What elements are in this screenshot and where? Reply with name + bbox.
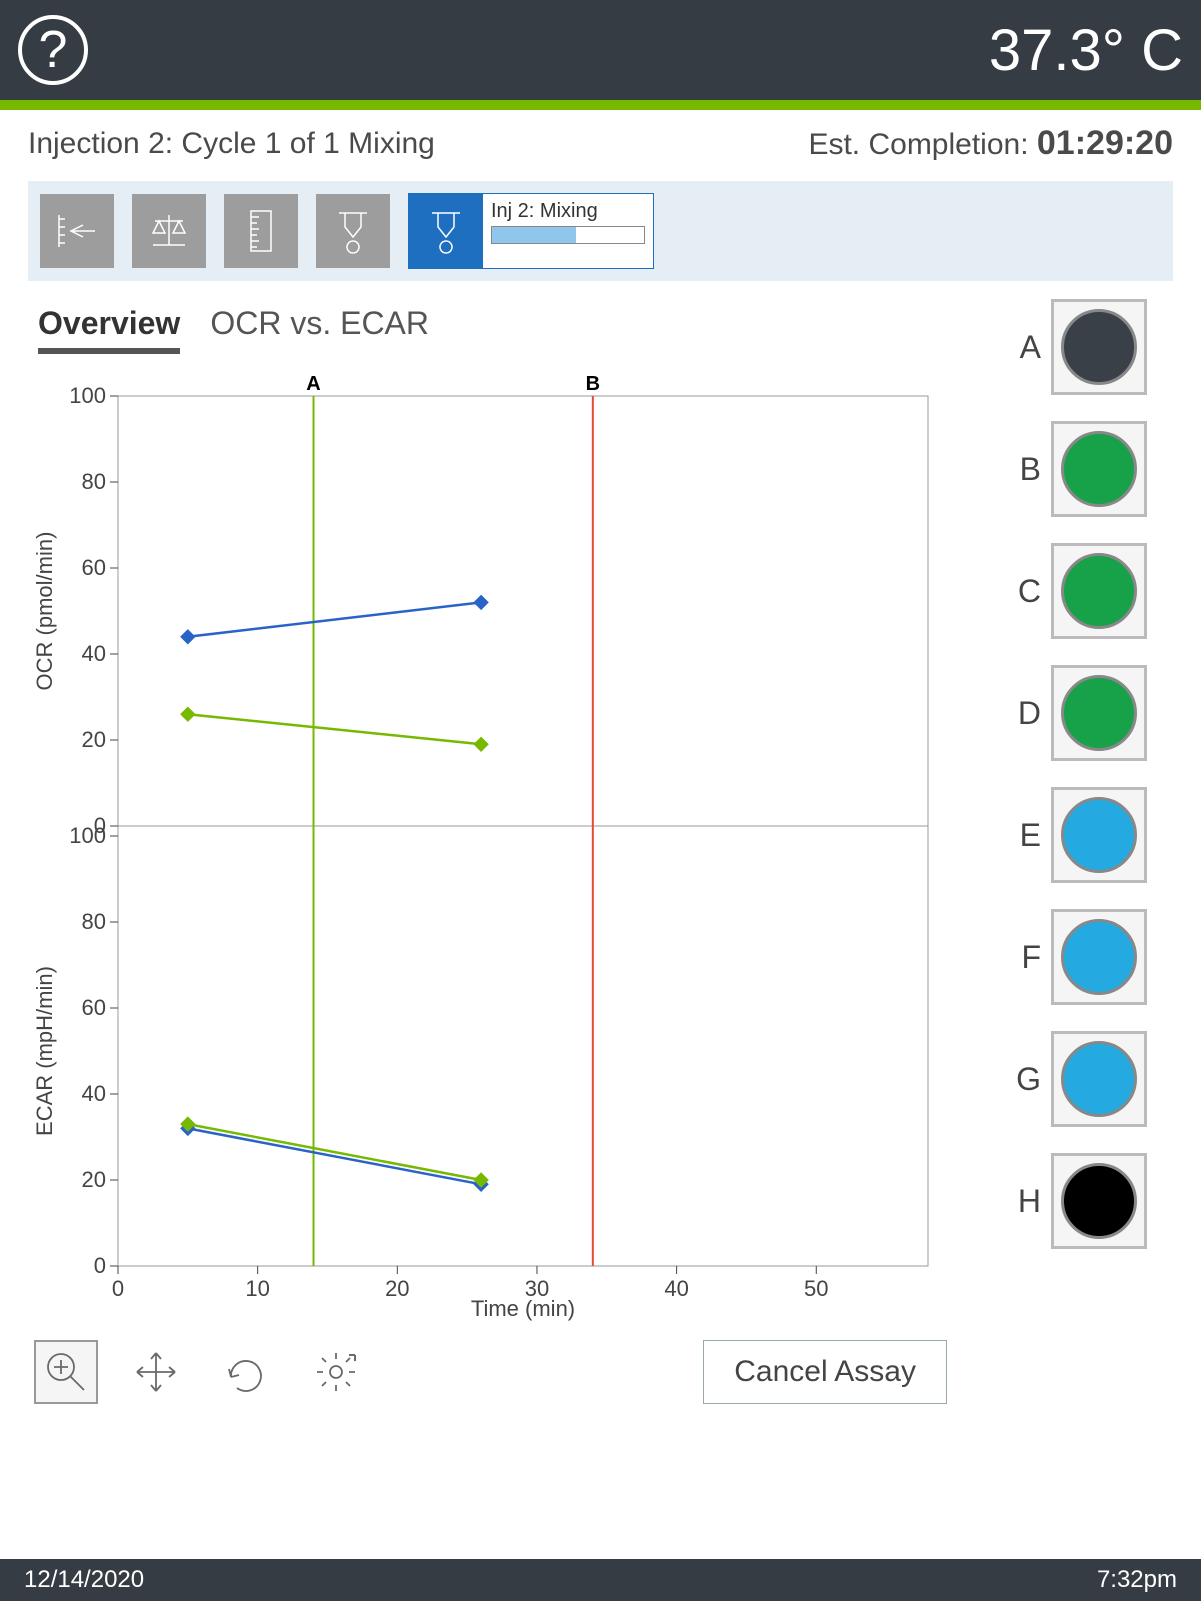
svg-text:OCR (pmol/min): OCR (pmol/min) [32, 532, 57, 691]
legend-item-g[interactable]: G [1013, 1031, 1173, 1127]
scales-icon [145, 207, 193, 255]
legend-swatch [1051, 1153, 1147, 1249]
top-bar: ? 37.3° C [0, 0, 1201, 100]
legend-item-f[interactable]: F [1013, 909, 1173, 1005]
ruler-icon [237, 207, 285, 255]
pan-tool[interactable] [124, 1340, 188, 1404]
svg-text:40: 40 [82, 1081, 106, 1106]
svg-text:60: 60 [82, 555, 106, 580]
settings-tool[interactable] [304, 1340, 368, 1404]
legend-swatch [1051, 787, 1147, 883]
temperature-readout: 37.3° C [989, 17, 1183, 84]
legend-circle-icon [1061, 797, 1137, 873]
phase-status: Injection 2: Cycle 1 of 1 Mixing [28, 127, 435, 161]
ruler-arrow-icon [53, 207, 101, 255]
injection-icon [329, 207, 377, 255]
svg-text:100: 100 [69, 383, 106, 408]
stage-strip: Inj 2: Mixing [28, 181, 1173, 281]
svg-text:40: 40 [664, 1276, 688, 1301]
est-completion: Est. Completion: 01:29:20 [808, 124, 1173, 163]
legend-circle-icon [1061, 1041, 1137, 1117]
well-legend: A B C D E F G H [993, 299, 1173, 1404]
zoom-tool[interactable] [34, 1340, 98, 1404]
legend-item-d[interactable]: D [1013, 665, 1173, 761]
chart-area: A B 0 20 40 60 80 100 OCR (pmol/min) 0 20 40 60 80 100… [28, 366, 948, 1326]
move-arrows-icon [133, 1349, 179, 1395]
legend-item-e[interactable]: E [1013, 787, 1173, 883]
legend-label: A [1013, 329, 1041, 366]
stage-active[interactable]: Inj 2: Mixing [408, 193, 654, 269]
legend-label: C [1013, 573, 1041, 610]
accent-bar [0, 100, 1201, 110]
chart-tabs: Overview OCR vs. ECAR [28, 299, 993, 362]
est-completion-label: Est. Completion: [808, 128, 1036, 161]
legend-label: F [1013, 939, 1041, 976]
svg-text:60: 60 [82, 995, 106, 1020]
est-completion-value: 01:29:20 [1037, 124, 1173, 162]
legend-item-b[interactable]: B [1013, 421, 1173, 517]
undo-icon [223, 1349, 269, 1395]
svg-text:40: 40 [82, 641, 106, 666]
stage-measure-button[interactable] [224, 194, 298, 268]
legend-swatch [1051, 299, 1147, 395]
svg-text:A: A [306, 373, 320, 395]
legend-circle-icon [1061, 431, 1137, 507]
legend-swatch [1051, 665, 1147, 761]
legend-label: E [1013, 817, 1041, 854]
stage-calibrate-button[interactable] [40, 194, 114, 268]
svg-text:10: 10 [245, 1276, 269, 1301]
gear-icon [313, 1349, 359, 1395]
legend-circle-icon [1061, 309, 1137, 385]
injection-icon [422, 207, 470, 255]
magnifier-plus-icon [43, 1349, 89, 1395]
legend-swatch [1051, 421, 1147, 517]
legend-swatch [1051, 543, 1147, 639]
legend-swatch [1051, 909, 1147, 1005]
svg-text:100: 100 [69, 823, 106, 848]
footer-date: 12/14/2020 [24, 1566, 144, 1594]
svg-text:0: 0 [112, 1276, 124, 1301]
svg-text:B: B [586, 373, 600, 395]
svg-text:50: 50 [804, 1276, 828, 1301]
svg-text:80: 80 [82, 909, 106, 934]
legend-swatch [1051, 1031, 1147, 1127]
legend-circle-icon [1061, 919, 1137, 995]
svg-text:20: 20 [82, 1167, 106, 1192]
footer-bar: 12/14/2020 7:32pm [0, 1559, 1201, 1601]
legend-circle-icon [1061, 553, 1137, 629]
stage-active-progress: Inj 2: Mixing [483, 194, 653, 268]
legend-label: H [1013, 1183, 1041, 1220]
chart-toolbar: Cancel Assay [28, 1326, 993, 1404]
status-row: Injection 2: Cycle 1 of 1 Mixing Est. Co… [0, 110, 1201, 177]
legend-label: G [1013, 1061, 1041, 1098]
svg-text:20: 20 [82, 727, 106, 752]
tab-overview[interactable]: Overview [38, 305, 180, 354]
undo-tool[interactable] [214, 1340, 278, 1404]
stage-inject1-button[interactable] [316, 194, 390, 268]
svg-text:20: 20 [385, 1276, 409, 1301]
stage-active-label: Inj 2: Mixing [491, 200, 645, 223]
tab-ocr-vs-ecar[interactable]: OCR vs. ECAR [210, 305, 429, 354]
stage-balance-button[interactable] [132, 194, 206, 268]
legend-circle-icon [1061, 675, 1137, 751]
svg-text:0: 0 [94, 1253, 106, 1278]
question-mark-icon: ? [39, 24, 68, 76]
legend-label: B [1013, 451, 1041, 488]
cancel-assay-button[interactable]: Cancel Assay [703, 1340, 947, 1404]
help-button[interactable]: ? [18, 15, 88, 85]
svg-text:80: 80 [82, 469, 106, 494]
legend-circle-icon [1061, 1163, 1137, 1239]
legend-label: D [1013, 695, 1041, 732]
legend-item-c[interactable]: C [1013, 543, 1173, 639]
legend-item-a[interactable]: A [1013, 299, 1173, 395]
legend-item-h[interactable]: H [1013, 1153, 1173, 1249]
footer-time: 7:32pm [1097, 1566, 1177, 1594]
svg-text:ECAR (mpH/min): ECAR (mpH/min) [32, 966, 57, 1136]
svg-text:Time (min): Time (min) [471, 1296, 575, 1321]
